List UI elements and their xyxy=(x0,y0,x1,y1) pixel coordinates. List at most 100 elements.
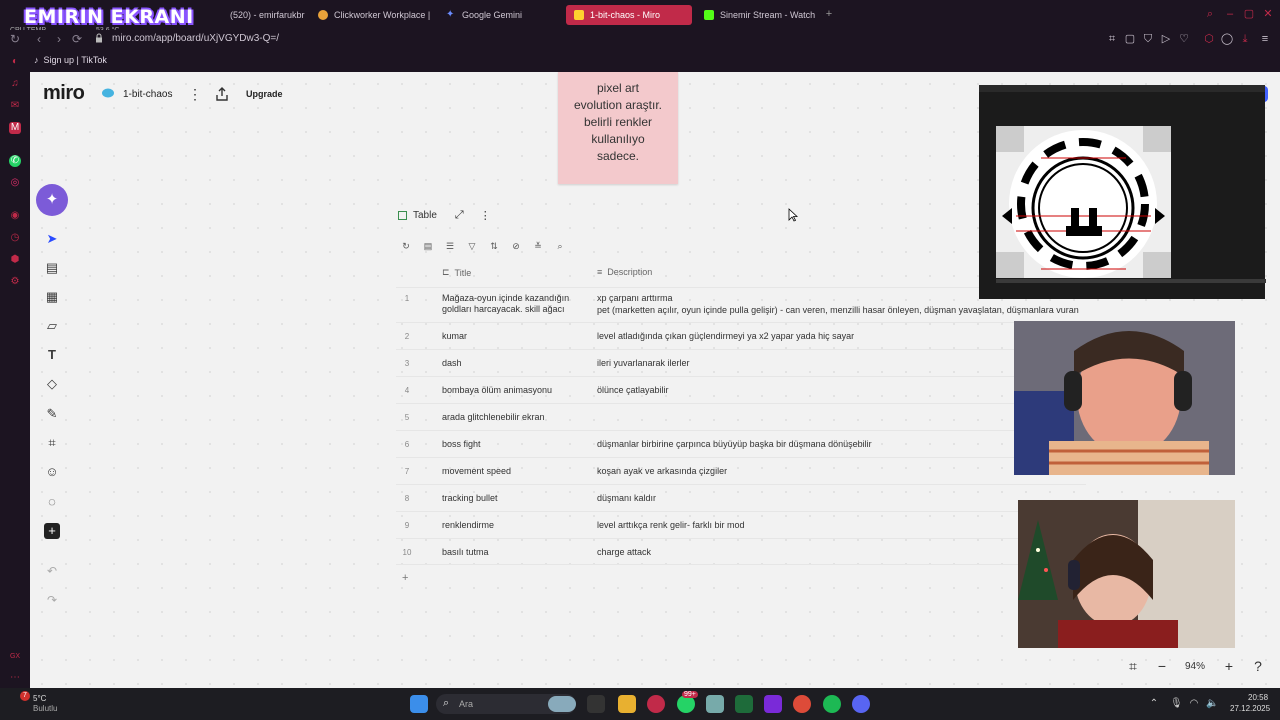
download-icon[interactable]: ⤓ xyxy=(1238,32,1252,46)
table-menu-icon[interactable]: ⋮ xyxy=(480,209,491,222)
upgrade-button[interactable]: Upgrade xyxy=(240,86,289,102)
row-description[interactable]: level atladığında çıkan güçlendirmeyi ya… xyxy=(597,331,854,342)
tab-kick[interactable]: Sinemir Stream - Watch L xyxy=(696,5,818,25)
row-title[interactable]: arada glitchlenebilir ekran xyxy=(442,412,587,423)
tray-chevron-icon[interactable]: ⌃ xyxy=(1148,698,1160,710)
row-description[interactable]: koşan ayak ve arkasında çizgiler xyxy=(597,466,727,477)
sticky-note[interactable]: pixel art evolution araştır. belirli ren… xyxy=(558,72,678,184)
tab-youtube[interactable]: (520) - emirfarukbr xyxy=(222,5,308,25)
comment-icon[interactable]: ◌ xyxy=(44,494,60,510)
palette-icon[interactable]: ☺ xyxy=(44,464,60,480)
weather-desc[interactable]: Bulutlu xyxy=(33,704,57,713)
zoom-level[interactable]: 94% xyxy=(1185,661,1205,672)
player-icon[interactable]: ◉ xyxy=(9,210,21,222)
redo-icon[interactable]: ↷ xyxy=(44,593,60,607)
board-menu-icon[interactable]: ⋮ xyxy=(188,86,202,102)
table-header[interactable]: Table ⤢ ⋮ xyxy=(398,209,491,222)
help-icon[interactable]: ? xyxy=(1250,658,1266,674)
row-title[interactable]: kumar xyxy=(442,331,587,342)
heart-icon[interactable]: ♡ xyxy=(1177,32,1191,46)
volume-icon[interactable]: 🔈 xyxy=(1206,698,1218,710)
history-icon[interactable]: ◷ xyxy=(9,232,21,244)
row-height-icon[interactable]: ≚ xyxy=(532,240,544,252)
row-description[interactable]: level arttıkça renk gelir- farklı bir mo… xyxy=(597,520,745,531)
spotify-icon[interactable] xyxy=(823,695,841,713)
discord-icon[interactable] xyxy=(852,695,870,713)
hide-fields-icon[interactable]: ⊘ xyxy=(510,240,522,252)
close-icon[interactable]: ✕ xyxy=(1262,8,1274,20)
row-title[interactable]: renklendirme xyxy=(442,520,587,531)
frame-icon[interactable]: ⌗ xyxy=(44,435,60,451)
undo-icon[interactable]: ↶ xyxy=(44,564,60,578)
filter-icon[interactable]: ▽ xyxy=(466,240,478,252)
row-description[interactable]: ölünce çatlayabilir xyxy=(597,385,669,396)
mail-icon[interactable]: M xyxy=(9,122,21,134)
row-title[interactable]: bombaya ölüm animasyonu xyxy=(442,385,587,396)
reload-icon[interactable]: ↻ xyxy=(8,32,22,46)
table-tool-icon[interactable]: ▦ xyxy=(44,289,60,305)
row-description[interactable]: xp çarpanı arttırma xyxy=(597,293,673,304)
back-icon[interactable]: ‹ xyxy=(32,32,46,46)
weather-temp[interactable]: 5°C xyxy=(33,694,46,703)
row-description[interactable]: düşmanlar birbirine çarpınca büyüyüp baş… xyxy=(597,439,872,450)
music-icon[interactable]: ♫ xyxy=(9,78,21,90)
refresh-icon[interactable]: ⟳ xyxy=(70,32,84,46)
play-icon[interactable]: ▷ xyxy=(1159,32,1173,46)
row-description[interactable]: ileri yuvarlanarak ilerler xyxy=(597,358,690,369)
app-icon[interactable] xyxy=(706,695,724,713)
row-description[interactable]: düşmanı kaldır xyxy=(597,493,656,504)
miro-logo[interactable]: miro xyxy=(43,82,85,105)
shield-icon[interactable]: ⛉ xyxy=(1141,32,1155,46)
table-search-icon[interactable]: ⌕ xyxy=(554,240,566,252)
menu-icon[interactable]: ≡ xyxy=(1258,32,1272,46)
column-header-title[interactable]: ⊏ Title xyxy=(442,267,471,278)
clock-date[interactable]: 27.12.2025 xyxy=(1230,704,1270,713)
sort-icon[interactable]: ⇅ xyxy=(488,240,500,252)
terminal-icon[interactable] xyxy=(735,695,753,713)
tab-miro[interactable]: 1-bit-chaos - Miro xyxy=(566,5,692,25)
layout-icon[interactable]: ▤ xyxy=(422,240,434,252)
gx-icon[interactable]: GX xyxy=(9,651,21,663)
whatsapp-icon[interactable]: ✆ xyxy=(9,155,21,167)
text-tool-icon[interactable]: T xyxy=(44,347,60,363)
row-title[interactable]: movement speed xyxy=(442,466,587,477)
more-icon[interactable]: ⋯ xyxy=(9,672,21,684)
tab-clickworker[interactable]: Clickworker Workplace | xyxy=(310,5,434,25)
wifi-icon[interactable]: ◠ xyxy=(1188,698,1200,710)
file-explorer-icon[interactable] xyxy=(618,695,636,713)
add-more-tools-icon[interactable]: + xyxy=(44,523,60,539)
tab-gemini[interactable]: ✦ Google Gemini xyxy=(438,5,562,25)
instagram-icon[interactable]: ◎ xyxy=(9,177,21,189)
screenshot-icon[interactable]: ▢ xyxy=(1123,32,1137,46)
start-icon[interactable] xyxy=(410,695,428,713)
expand-icon[interactable]: ⤢ xyxy=(455,209,464,222)
settings-icon[interactable]: ⚙ xyxy=(9,276,21,288)
fit-screen-icon[interactable]: ⌗ xyxy=(1125,658,1141,674)
sync-icon[interactable]: ↻ xyxy=(400,240,412,252)
row-title[interactable]: tracking bullet xyxy=(442,493,587,504)
task-view-icon[interactable] xyxy=(587,695,605,713)
row-title[interactable]: boss fight xyxy=(442,439,587,450)
sticky-note-icon[interactable]: ▱ xyxy=(44,318,60,334)
add-row-button[interactable]: + xyxy=(402,572,408,584)
zoom-in-icon[interactable]: + xyxy=(1221,658,1237,674)
row-title[interactable]: basılı tutma xyxy=(442,547,587,558)
clock-time[interactable]: 20:58 xyxy=(1248,693,1268,702)
maximize-icon[interactable]: ▢ xyxy=(1243,8,1255,20)
forward-icon[interactable]: › xyxy=(52,32,66,46)
row-title[interactable]: dash xyxy=(442,358,587,369)
pinboard-icon[interactable]: ⬢ xyxy=(9,254,21,266)
bookmark-page-icon[interactable]: ⌗ xyxy=(1105,32,1119,46)
extension-icon[interactable]: ⬡ xyxy=(1202,32,1216,46)
ai-assist-button[interactable]: ✦ xyxy=(36,184,68,216)
row-description[interactable]: charge attack xyxy=(597,547,651,558)
aria-icon[interactable]: ◐ xyxy=(9,56,21,68)
chatgpt-icon[interactable] xyxy=(764,695,782,713)
new-tab-icon[interactable]: + xyxy=(823,8,835,20)
bookmark-tiktok[interactable]: ♪ Sign up | TikTok xyxy=(34,55,107,65)
templates-icon[interactable]: ▤ xyxy=(44,260,60,276)
messenger-icon[interactable]: ✉ xyxy=(9,100,21,112)
group-icon[interactable]: ☰ xyxy=(444,240,456,252)
profile-icon[interactable]: ◯ xyxy=(1220,32,1234,46)
row-description-line2[interactable]: pet (marketten açılır, oyun içinde pulla… xyxy=(597,305,1079,316)
